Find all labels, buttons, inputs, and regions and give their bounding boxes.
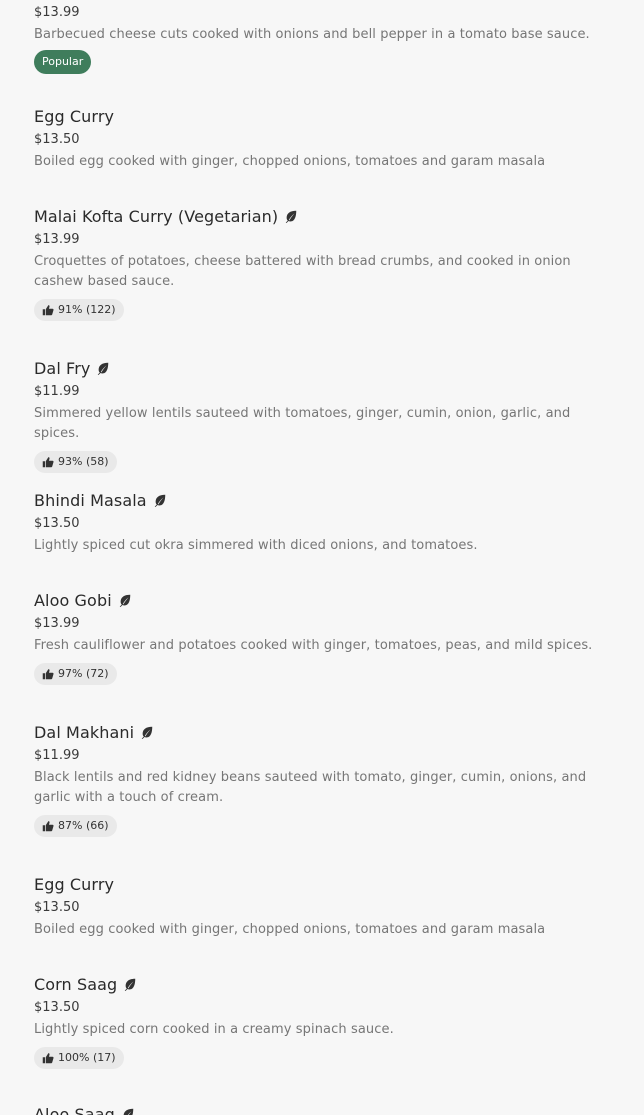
item-name: Corn Saag (34, 975, 610, 995)
item-description: Boiled egg cooked with ginger, chopped o… (34, 154, 546, 169)
rating-badge: 87% (66) (34, 815, 117, 837)
menu-item[interactable]: Egg Curry $13.50 Boiled egg cooked with … (34, 875, 610, 940)
rating-text: 97% (72) (58, 667, 109, 680)
leaf-icon (141, 726, 153, 739)
item-description: Lightly spiced corn cooked in a creamy s… (34, 1022, 394, 1037)
item-name: Aloo Saag (34, 1105, 610, 1115)
item-price: $13.99 (34, 616, 80, 631)
rating-badge: 93% (58) (34, 451, 117, 473)
menu-item[interactable]: Aloo Saag (34, 1105, 610, 1115)
rating-text: 93% (58) (58, 455, 109, 468)
leaf-icon (285, 210, 297, 223)
item-price: $11.99 (34, 384, 80, 399)
item-description: Barbecued cheese cuts cooked with onions… (34, 27, 590, 42)
menu-item[interactable]: Dal Fry $11.99 Simmered yellow lentils s… (34, 359, 610, 473)
item-price: $13.50 (34, 516, 80, 531)
thumbs-up-icon (42, 457, 54, 468)
leaf-icon (98, 362, 109, 375)
item-price: $13.99 (34, 5, 80, 20)
item-price: $11.99 (34, 748, 80, 763)
item-price: $13.50 (34, 132, 80, 147)
rating-badge: 100% (17) (34, 1047, 124, 1069)
item-price: $13.50 (34, 900, 80, 915)
rating-badge: 91% (122) (34, 299, 124, 321)
item-name: Dal Fry (34, 359, 610, 379)
menu-item[interactable]: Dal Makhani $11.99 Black lentils and red… (34, 723, 610, 837)
item-description: Boiled egg cooked with ginger, chopped o… (34, 922, 546, 937)
item-price: $13.50 (34, 1000, 80, 1015)
rating-text: 87% (66) (58, 819, 109, 832)
popular-badge: Popular (34, 50, 92, 74)
item-name: Egg Curry (34, 107, 115, 126)
item-description: Black lentils and red kidney beans saute… (34, 770, 587, 805)
item-name: Egg Curry (34, 875, 115, 894)
item-name: Dal Makhani (34, 723, 610, 743)
rating-text: 100% (17) (58, 1051, 116, 1064)
leaf-icon (154, 494, 165, 507)
menu-item[interactable]: $13.99 Barbecued cheese cuts cooked with… (34, 5, 610, 74)
item-description: Simmered yellow lentils sauteed with tom… (34, 406, 571, 441)
thumbs-up-icon (42, 305, 54, 316)
leaf-icon (125, 978, 136, 991)
menu-item[interactable]: Corn Saag $13.50 Lightly spiced corn coo… (34, 975, 610, 1069)
menu-item[interactable]: Aloo Gobi $13.99 Fresh cauliflower and p… (34, 591, 610, 685)
item-price: $13.99 (34, 232, 80, 247)
item-description: Lightly spiced cut okra simmered with di… (34, 538, 478, 553)
menu-item[interactable]: Bhindi Masala $13.50 Lightly spiced cut … (34, 491, 610, 556)
menu-item[interactable]: Malai Kofta Curry (Vegetarian) $13.99 Cr… (34, 207, 610, 321)
leaf-icon (119, 594, 130, 607)
item-name: Aloo Gobi (34, 591, 610, 611)
thumbs-up-icon (42, 1053, 54, 1064)
item-description: Fresh cauliflower and potatoes cooked wi… (34, 638, 593, 653)
item-name: Bhindi Masala (34, 491, 610, 511)
leaf-icon (123, 1108, 134, 1115)
thumbs-up-icon (42, 669, 54, 680)
item-name: Malai Kofta Curry (Vegetarian) (34, 207, 610, 227)
thumbs-up-icon (42, 821, 54, 832)
rating-badge: 97% (72) (34, 663, 117, 685)
item-description: Croquettes of potatoes, cheese battered … (34, 254, 571, 289)
rating-text: 91% (122) (58, 303, 116, 316)
menu-list: $13.99 Barbecued cheese cuts cooked with… (0, 0, 644, 1115)
menu-item[interactable]: Egg Curry $13.50 Boiled egg cooked with … (34, 107, 610, 172)
